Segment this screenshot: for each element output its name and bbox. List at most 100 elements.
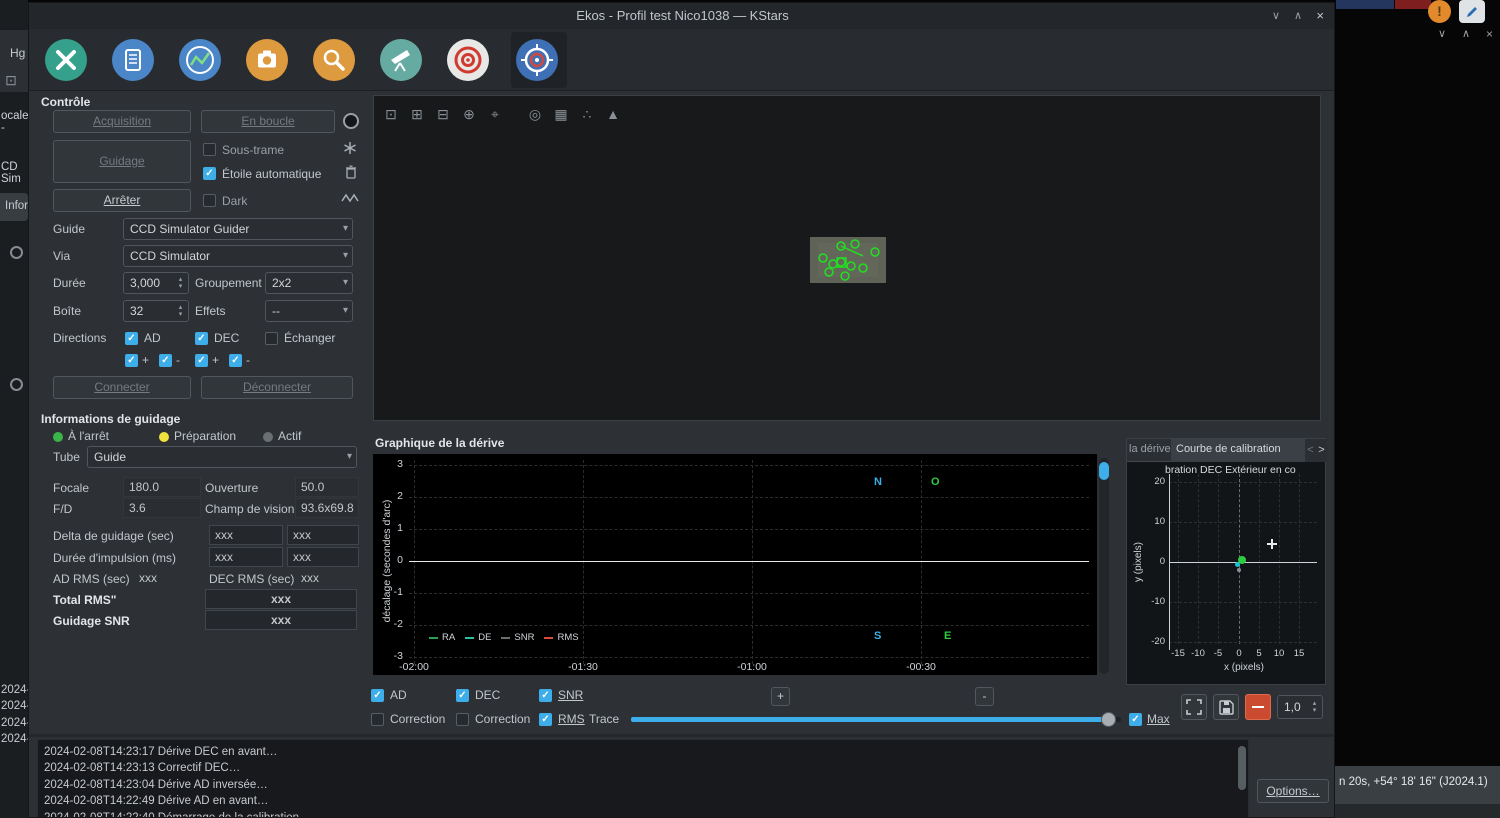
guide-tab-icon[interactable] (515, 38, 559, 85)
fd-field[interactable]: 3.6 (123, 498, 201, 518)
zoom-out-icon[interactable]: ⊟ (432, 106, 454, 123)
edit-icon[interactable] (1459, 0, 1485, 23)
splitter[interactable] (29, 734, 1335, 737)
align-tab-icon[interactable] (446, 38, 490, 85)
scale-spinbox[interactable]: 1,0 ▴ ▾ (1277, 695, 1323, 719)
dark-checkbox[interactable] (203, 194, 216, 207)
max-checkbox[interactable]: ✓ (1129, 713, 1142, 726)
tab-prev-button[interactable]: < (1305, 439, 1316, 462)
analyze-tab-icon[interactable] (178, 38, 222, 85)
disconnect-button[interactable]: Déconnecter (201, 376, 353, 399)
clear-graph-button[interactable] (1245, 694, 1271, 720)
swap-checkbox[interactable] (265, 332, 278, 345)
spin-down-icon[interactable]: ▾ (1309, 706, 1320, 715)
eye-icon[interactable] (343, 113, 359, 129)
capture-button[interactable]: Acquisition (53, 110, 191, 133)
graph-dec-checkbox[interactable]: ✓ (456, 689, 469, 702)
bg-radio-icon-2 (10, 378, 23, 391)
tab-next-button[interactable]: > (1316, 439, 1327, 462)
graph-snr-checkbox[interactable]: ✓ (539, 689, 552, 702)
log-view[interactable]: 2024-02-08T14:23:17 Dérive DEC en avant…… (37, 739, 1249, 818)
graph-ra-checkbox[interactable]: ✓ (371, 689, 384, 702)
pulse-dec-field[interactable]: xxx (287, 547, 359, 567)
shade-button[interactable]: ∨ (1272, 3, 1280, 29)
chevron-down-icon: ▾ (343, 246, 348, 266)
ra-plus-checkbox[interactable]: ✓ (125, 354, 138, 367)
spin-down-icon[interactable]: ▾ (175, 310, 186, 319)
guide-button[interactable]: Guidage (53, 140, 191, 183)
focal-field[interactable]: 180.0 (123, 477, 201, 497)
delta-label: Delta de guidage (sec) (53, 529, 174, 543)
tab-calibration[interactable]: Courbe de calibration (1171, 439, 1305, 462)
capture-tab-icon[interactable] (245, 38, 289, 85)
dec-direction-checkbox[interactable]: ✓ (195, 332, 208, 345)
ra-minus-checkbox[interactable]: ✓ (159, 354, 172, 367)
trace-slider[interactable] (631, 717, 1121, 722)
box-value: 32 (130, 301, 143, 321)
delta-dec-field[interactable]: xxx (287, 525, 359, 545)
bg-log-line: 2024-0 (1, 731, 28, 747)
maximize-button[interactable]: ∧ (1294, 3, 1302, 29)
fov-field[interactable]: 93.6x69.8 (295, 498, 359, 518)
connect-button[interactable]: Connecter (53, 376, 191, 399)
mount-tab-icon[interactable] (379, 38, 423, 85)
ra-direction-checkbox[interactable]: ✓ (125, 332, 138, 345)
graph-corr-ra-checkbox[interactable] (371, 713, 384, 726)
exposure-spinbox[interactable]: 3,000 ▴ ▾ (123, 272, 189, 294)
pan-icon[interactable]: ⌖ (484, 106, 506, 123)
focus-tab-icon[interactable] (312, 38, 356, 85)
guide-camera-view[interactable]: ⊡ ⊞ ⊟ ⊕ ⌖ ◎ ▦ ∴ ▲ (373, 95, 1321, 421)
setup-tab-icon[interactable] (44, 38, 88, 85)
dec-plus-checkbox[interactable]: ✓ (195, 354, 208, 367)
effects-select[interactable]: -- ▾ (265, 300, 353, 322)
bg-shade-button[interactable]: ∨ (1438, 27, 1446, 40)
warning-overlay-icon[interactable]: ▲ (602, 106, 624, 122)
close-button[interactable]: × (1316, 3, 1324, 29)
titlebar[interactable]: Ekos - Profil test Nico1038 — KStars ∨ ∧… (29, 3, 1335, 29)
pulse-ra-field[interactable]: xxx (209, 547, 283, 567)
graph-rms-checkbox[interactable]: ✓ (539, 713, 552, 726)
stop-button[interactable]: Arrêter (53, 189, 191, 212)
loop-button[interactable]: En boucle (201, 110, 335, 133)
drift-zoom-slider-handle[interactable] (1099, 462, 1109, 480)
bg-maximize-button[interactable]: ∧ (1462, 27, 1470, 40)
tab-drift[interactable]: la dérive (1127, 439, 1171, 462)
log-scrollbar[interactable] (1238, 744, 1246, 814)
x-tick: -00:30 (896, 661, 946, 673)
zoom-fit-icon[interactable]: ⊡ (380, 106, 402, 123)
stars-overlay-icon[interactable]: ∴ (576, 106, 598, 123)
guider-select[interactable]: CCD Simulator Guider ▾ (123, 218, 353, 240)
trash-icon[interactable] (345, 165, 357, 183)
zoom-in-button[interactable]: + (771, 687, 790, 706)
snowflake-icon[interactable] (343, 141, 357, 158)
waveform-icon[interactable] (341, 192, 359, 207)
options-button[interactable]: Options… (1257, 779, 1329, 803)
zoom-in-icon[interactable]: ⊞ (406, 106, 428, 123)
grid-overlay-icon[interactable]: ▦ (550, 106, 572, 123)
scope-select[interactable]: Guide ▾ (87, 446, 357, 468)
scheduler-tab-icon[interactable] (111, 38, 155, 85)
graph-corr-dec-checkbox[interactable] (456, 713, 469, 726)
bg-close-button[interactable]: × (1486, 27, 1493, 41)
actual-size-icon[interactable]: ⊕ (458, 106, 480, 123)
trace-slider-handle[interactable] (1101, 712, 1116, 727)
box-spinbox[interactable]: 32 ▴ ▾ (123, 300, 189, 322)
log-scrollbar-handle[interactable] (1238, 746, 1246, 790)
subframe-checkbox[interactable] (203, 143, 216, 156)
autostar-checkbox[interactable]: ✓ (203, 167, 216, 180)
binning-select[interactable]: 2x2 ▾ (265, 272, 353, 294)
drift-graph-canvas[interactable]: 3 2 1 0 -1 -2 -3 décalage (secondes d'ar… (373, 454, 1097, 675)
zoom-out-button[interactable]: - (975, 687, 994, 706)
notification-badge-icon[interactable]: ! (1428, 0, 1451, 23)
delta-ra-field[interactable]: xxx (209, 525, 283, 545)
bg-ccd-fragment: CD Sim (1, 161, 28, 185)
crosshair-overlay-icon[interactable]: ◎ (524, 106, 546, 123)
via-select[interactable]: CCD Simulator ▾ (123, 245, 353, 267)
graph-snr-label: SNR (558, 688, 583, 702)
dec-minus-checkbox[interactable]: ✓ (229, 354, 242, 367)
autoscale-graph-button[interactable] (1181, 694, 1207, 720)
export-graph-button[interactable] (1213, 694, 1239, 720)
spin-down-icon[interactable]: ▾ (175, 282, 186, 291)
aperture-field[interactable]: 50.0 (295, 477, 359, 497)
drift-zoom-slider[interactable] (1099, 458, 1109, 674)
